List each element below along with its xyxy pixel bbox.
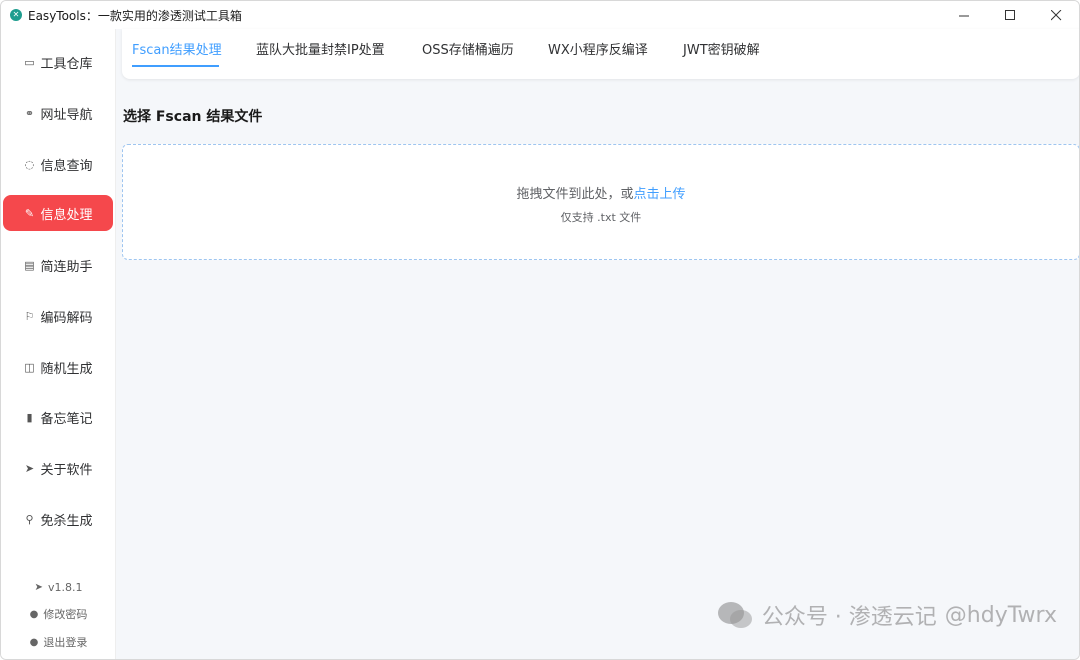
sidebar-item-memo-notes[interactable]: ▮ 备忘笔记 [3,399,113,435]
click-upload-link[interactable]: 点击上传 [634,187,686,202]
app-logo-icon: ✕ [10,9,22,21]
logout-link[interactable]: ● 退出登录 [1,633,116,651]
sidebar-item-about[interactable]: ➤ 关于软件 [3,450,113,486]
sidebar-item-label: 备忘笔记 [40,411,93,427]
send-icon: ➤ [24,461,35,475]
box-icon: ▭ [24,55,35,69]
watermark-handle: @hdyTwrx [944,602,1057,628]
send-icon: ➤ [34,581,43,593]
close-button[interactable] [1033,1,1079,29]
sidebar-item-label: 免杀生成 [40,513,93,529]
sidebar-item-av-bypass[interactable]: ⚲ 免杀生成 [3,501,113,537]
version-label: ➤ v1.8.1 [1,578,116,596]
sidebar-item-label: 关于软件 [40,462,93,478]
sidebar-item-label: 网址导航 [40,107,93,123]
sidebar-item-label: 信息查询 [40,158,93,174]
flag-icon: ⚐ [24,309,35,323]
maximize-icon [1004,9,1015,20]
notebook-icon: ▮ [26,410,33,424]
sidebar-item-info-process[interactable]: ✎ 信息处理 [3,195,113,231]
info-icon: ● [29,636,39,648]
upload-prompt: 拖拽文件到此处，或点击上传 [123,183,1079,202]
logout-text: 退出登录 [43,636,88,649]
file-dropzone[interactable]: 拖拽文件到此处，或点击上传 仅支持 .txt 文件 [122,144,1079,260]
tab-wx-decompile[interactable]: WX小程序反编译 [548,39,648,67]
user-icon: ● [29,608,39,620]
watermark: 公众号 · 渗透云记 @hdyTwrx [716,599,1057,631]
sidebar-item-connect-helper[interactable]: ▤ 简连助手 [3,247,113,283]
sidebar-item-url-nav[interactable]: ⚭ 网址导航 [3,95,113,131]
tab-bar: Fscan结果处理 蓝队大批量封禁IP处置 OSS存储桶遍历 WX小程序反编译 … [122,29,1079,79]
window-title: EasyTools：一款实用的渗透测试工具箱 [28,8,242,23]
sidebar-item-encode-decode[interactable]: ⚐ 编码解码 [3,298,113,334]
app-window: ✕ EasyTools：一款实用的渗透测试工具箱 ▭ 工具仓库 ⚭ 网址导航 ◌… [0,0,1080,660]
version-text: v1.8.1 [47,580,83,594]
minimize-button[interactable] [941,1,987,29]
edit-icon: ✎ [24,206,35,220]
tab-fscan-result[interactable]: Fscan结果处理 [132,39,222,67]
sidebar-item-random-gen[interactable]: ◫ 随机生成 [3,349,113,385]
active-tab-indicator [132,65,219,67]
upload-tip: 仅支持 .txt 文件 [560,211,642,224]
tab-jwt-crack[interactable]: JWT密钥破解 [683,39,760,67]
sidebar-item-label: 简连助手 [40,259,93,275]
paperclip-icon: ⚲ [25,512,34,526]
change-password-link[interactable]: ● 修改密码 [1,605,116,623]
title-bar[interactable]: ✕ EasyTools：一款实用的渗透测试工具箱 [1,1,1079,29]
sidebar-item-label: 信息处理 [40,207,93,223]
section-title: 选择 Fscan 结果文件 [123,109,263,125]
upload-prompt-text: 拖拽文件到此处，或 [516,187,634,202]
tab-blue-team-ip-ban[interactable]: 蓝队大批量封禁IP处置 [256,39,385,67]
sidebar: ▭ 工具仓库 ⚭ 网址导航 ◌ 信息查询 ✎ 信息处理 ▤ 简连助手 ⚐ 编码解… [1,29,116,659]
sidebar-item-info-query[interactable]: ◌ 信息查询 [3,146,113,182]
watermark-text: 公众号 · 渗透云记 [761,605,937,630]
close-icon [1050,9,1061,20]
tab-oss-bucket[interactable]: OSS存储桶遍历 [422,39,514,67]
sidebar-item-label: 编码解码 [40,310,93,326]
change-password-text: 修改密码 [43,608,88,621]
shield-icon: ◫ [24,360,35,374]
link-icon: ⚭ [24,106,35,120]
window-controls [941,1,1079,29]
maximize-button[interactable] [987,1,1033,29]
sidebar-item-label: 工具仓库 [40,56,93,72]
sidebar-item-tool-repo[interactable]: ▭ 工具仓库 [3,44,113,80]
chat-icon: ◌ [24,157,35,171]
minimize-icon [958,15,969,16]
main-content: Fscan结果处理 蓝队大批量封禁IP处置 OSS存储桶遍历 WX小程序反编译 … [116,29,1079,659]
document-icon: ▤ [24,258,35,272]
wechat-icon [717,602,752,628]
sidebar-item-label: 随机生成 [40,361,93,377]
